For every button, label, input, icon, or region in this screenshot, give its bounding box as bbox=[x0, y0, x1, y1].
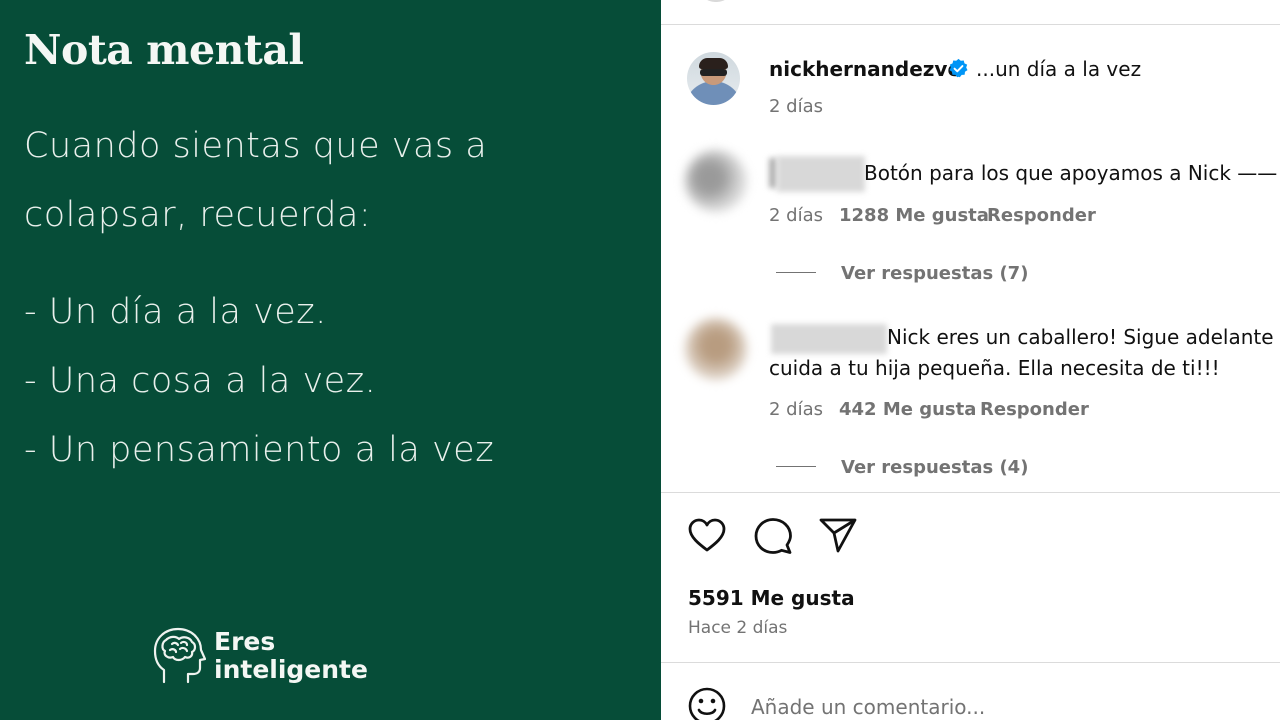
author-avatar[interactable] bbox=[687, 52, 740, 105]
replies-line bbox=[776, 272, 816, 273]
comment-text: cuida a tu hija pequeña. Ella necesita d… bbox=[769, 356, 1220, 380]
reply-label[interactable]: Responder bbox=[987, 205, 1096, 226]
comment-bubble-icon[interactable] bbox=[753, 516, 793, 556]
post-image: Nota mental Cuando sientas que vas a col… bbox=[0, 0, 661, 720]
commenter-avatar[interactable] bbox=[685, 318, 747, 380]
caption-time[interactable]: 2 días bbox=[769, 96, 823, 117]
send-icon[interactable] bbox=[818, 516, 858, 556]
author-username[interactable]: nickhernandezve bbox=[769, 57, 961, 81]
post-time: Hace 2 días bbox=[688, 618, 788, 638]
comment-likes[interactable]: 442 Me gusta bbox=[839, 399, 976, 420]
comment-time[interactable]: 2 días bbox=[769, 399, 823, 420]
commenter-avatar[interactable] bbox=[685, 150, 747, 212]
divider bbox=[661, 662, 1280, 663]
divider bbox=[661, 492, 1280, 493]
redacted-username bbox=[777, 156, 865, 192]
post-list-item: - Un pensamiento a la vez bbox=[24, 430, 495, 470]
avatar-hair bbox=[699, 58, 728, 69]
post-body-line: Cuando sientas que vas a bbox=[24, 126, 488, 166]
replies-line bbox=[776, 466, 816, 467]
brand-line-2: inteligente bbox=[214, 655, 368, 684]
brand-line-1: Eres bbox=[214, 627, 276, 656]
heart-icon[interactable] bbox=[687, 516, 727, 556]
caption-text: ...un día a la vez bbox=[976, 57, 1142, 81]
reply-label[interactable]: Responder bbox=[980, 399, 1089, 420]
view-replies-button[interactable]: Ver respuestas (4) bbox=[841, 457, 1028, 478]
instagram-panel: nickhernandezve ...un día a la vez 2 día… bbox=[661, 0, 1280, 720]
likes-count[interactable]: 5591 Me gusta bbox=[688, 586, 855, 610]
reply-button[interactable]: Responder bbox=[980, 399, 1089, 420]
verified-badge-icon bbox=[949, 58, 968, 78]
brand-name: Eres inteligente bbox=[214, 628, 368, 684]
view-replies-button[interactable]: Ver respuestas (7) bbox=[841, 263, 1028, 284]
comment-time[interactable]: 2 días bbox=[769, 205, 823, 226]
emoji-icon[interactable] bbox=[687, 686, 727, 720]
comment-likes[interactable]: 1288 Me gusta bbox=[839, 205, 989, 226]
brain-head-icon bbox=[153, 627, 206, 684]
post-list-item: - Un día a la vez. bbox=[24, 292, 327, 332]
add-comment-input[interactable] bbox=[751, 692, 1251, 720]
redacted-username bbox=[769, 158, 777, 188]
avatar-sunglasses bbox=[700, 69, 727, 76]
top-avatar-fragment bbox=[699, 0, 733, 2]
redacted-username bbox=[771, 324, 887, 354]
comment-text: Nick eres un caballero! Sigue adelante c bbox=[887, 325, 1280, 349]
comment-likes-label[interactable]: 442 Me gusta bbox=[839, 399, 976, 420]
comment-text: Botón para los que apoyamos a Nick —— bbox=[864, 161, 1278, 185]
post-body: Cuando sientas que vas a colapsar, recue… bbox=[24, 112, 634, 485]
reply-button[interactable]: Responder bbox=[987, 205, 1096, 226]
post-list-item: - Una cosa a la vez. bbox=[24, 361, 377, 401]
post-body-line: colapsar, recuerda: bbox=[24, 195, 372, 235]
divider bbox=[661, 24, 1280, 25]
comment-likes-label[interactable]: 1288 Me gusta bbox=[839, 205, 989, 226]
brand-logo: Eres inteligente bbox=[152, 626, 368, 686]
post-title: Nota mental bbox=[24, 26, 304, 74]
